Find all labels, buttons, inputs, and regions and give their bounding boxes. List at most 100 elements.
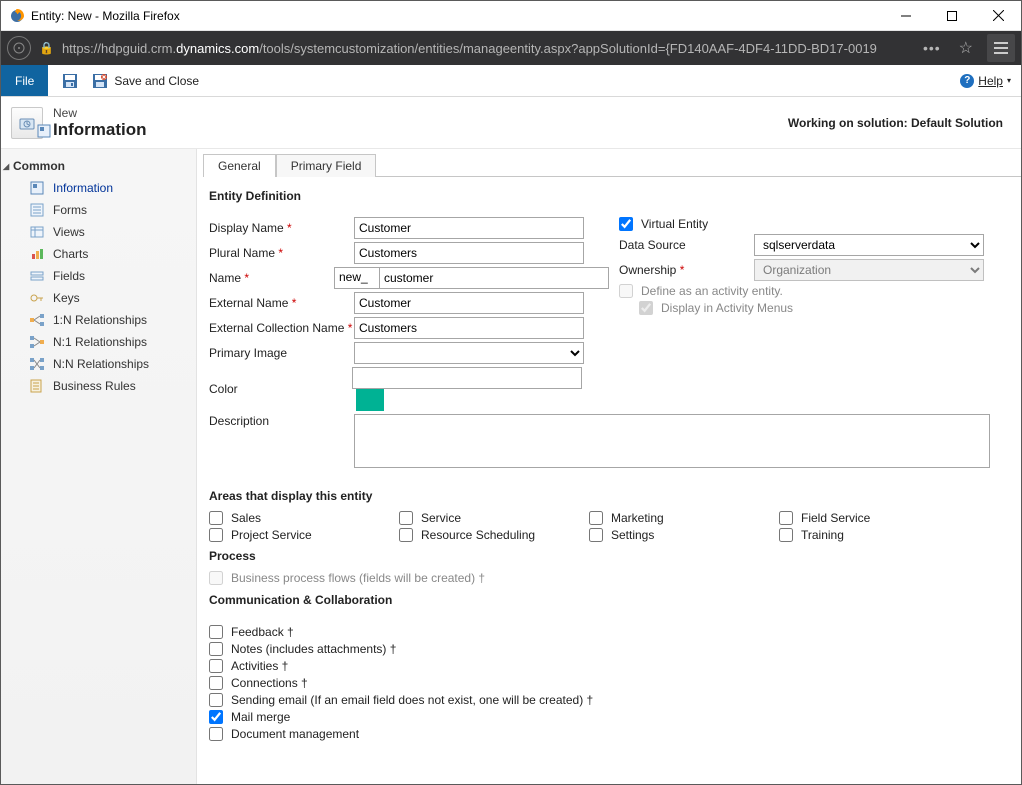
charts-icon xyxy=(29,246,45,262)
checkbox-comm-5[interactable] xyxy=(209,710,223,724)
sidebar-item-1n[interactable]: 1:N Relationships xyxy=(1,309,196,331)
checkbox-comm-2[interactable] xyxy=(209,659,223,673)
input-name[interactable] xyxy=(379,267,609,289)
sidebar-item-keys[interactable]: Keys xyxy=(1,287,196,309)
save-icon xyxy=(62,73,78,89)
checkbox-area-project-service[interactable] xyxy=(209,528,223,542)
section-process: Process xyxy=(209,549,1007,563)
label-display-activity-menus: Display in Activity Menus xyxy=(661,301,793,315)
help-icon: ? xyxy=(960,74,974,88)
checkbox-comm-3[interactable] xyxy=(209,676,223,690)
sidebar-item-nn[interactable]: N:N Relationships xyxy=(1,353,196,375)
label-virtual-entity: Virtual Entity xyxy=(641,217,708,231)
sidebar: Common Information Forms Views Charts Fi… xyxy=(1,149,197,784)
name-prefix: new_ xyxy=(334,267,379,289)
tab-primary-field[interactable]: Primary Field xyxy=(276,154,377,177)
rel-1n-icon xyxy=(29,312,45,328)
chevron-down-icon: ▾ xyxy=(1007,76,1011,85)
section-areas: Areas that display this entity xyxy=(209,489,1007,503)
fields-icon xyxy=(29,268,45,284)
tab-general[interactable]: General xyxy=(203,154,276,177)
info-mini-icon xyxy=(37,124,51,138)
sidebar-item-forms[interactable]: Forms xyxy=(1,199,196,221)
save-and-close-button[interactable]: Save and Close xyxy=(84,65,207,96)
input-display-name[interactable] xyxy=(354,217,584,239)
page-title: Information xyxy=(53,120,147,140)
sidebar-item-charts[interactable]: Charts xyxy=(1,243,196,265)
select-data-source[interactable]: sqlserverdata xyxy=(754,234,984,256)
checkbox-virtual-entity[interactable] xyxy=(619,217,633,231)
business-rules-icon xyxy=(29,378,45,394)
close-button[interactable] xyxy=(975,1,1021,30)
checkbox-area-settings[interactable] xyxy=(589,528,603,542)
checkbox-area-service[interactable] xyxy=(399,511,413,525)
label-color: Color xyxy=(209,382,352,396)
select-primary-image[interactable] xyxy=(354,342,584,364)
views-icon xyxy=(29,224,45,240)
checkbox-area-sales[interactable] xyxy=(209,511,223,525)
sidebar-item-n1[interactable]: N:1 Relationships xyxy=(1,331,196,353)
page-header: New Information Working on solution: Def… xyxy=(1,97,1021,149)
forms-icon xyxy=(29,202,45,218)
label-external-collection-name: External Collection Name xyxy=(209,321,344,335)
select-ownership: Organization xyxy=(754,259,984,281)
section-entity-definition: Entity Definition xyxy=(209,189,1007,203)
label-define-activity: Define as an activity entity. xyxy=(641,284,783,298)
window-titlebar: Entity: New - Mozilla Firefox xyxy=(1,1,1021,31)
menu-button[interactable] xyxy=(987,34,1015,62)
label-ownership: Ownership xyxy=(619,263,676,277)
page-subtitle: New xyxy=(53,106,147,120)
textarea-description[interactable] xyxy=(354,414,990,468)
url-text[interactable]: https://hdpguid.crm.dynamics.com/tools/s… xyxy=(62,41,911,56)
sidebar-item-views[interactable]: Views xyxy=(1,221,196,243)
color-swatch[interactable] xyxy=(356,389,384,411)
rel-nn-icon xyxy=(29,356,45,372)
rel-n1-icon xyxy=(29,334,45,350)
section-communication: Communication & Collaboration xyxy=(209,593,1007,607)
checkbox-comm-1[interactable] xyxy=(209,642,223,656)
checkbox-area-training[interactable] xyxy=(779,528,793,542)
identity-button[interactable] xyxy=(7,36,31,60)
lock-icon: 🔒 xyxy=(39,41,54,55)
save-close-icon xyxy=(92,73,108,89)
checkbox-area-field-service[interactable] xyxy=(779,511,793,525)
page-actions-icon[interactable]: ••• xyxy=(919,40,945,56)
maximize-button[interactable] xyxy=(929,1,975,30)
window-title: Entity: New - Mozilla Firefox xyxy=(31,9,180,23)
checkbox-comm-4[interactable] xyxy=(209,693,223,707)
input-external-collection-name[interactable] xyxy=(354,317,584,339)
help-button[interactable]: ? Help ▾ xyxy=(950,65,1021,96)
input-color[interactable] xyxy=(352,367,582,389)
checkbox-comm-6[interactable] xyxy=(209,727,223,741)
sidebar-item-fields[interactable]: Fields xyxy=(1,265,196,287)
input-plural-name[interactable] xyxy=(354,242,584,264)
help-label: Help xyxy=(978,74,1003,88)
checkbox-bpf xyxy=(209,571,223,585)
input-external-name[interactable] xyxy=(354,292,584,314)
label-data-source: Data Source xyxy=(619,238,754,252)
checkbox-area-marketing[interactable] xyxy=(589,511,603,525)
solution-label: Working on solution: Default Solution xyxy=(788,116,1011,130)
information-icon xyxy=(29,180,45,196)
tabstrip: General Primary Field xyxy=(203,153,1021,177)
checkbox-display-activity-menus xyxy=(639,301,653,315)
save-button[interactable] xyxy=(62,65,78,96)
checkbox-area-resource-scheduling[interactable] xyxy=(399,528,413,542)
label-display-name: Display Name xyxy=(209,221,284,235)
sidebar-item-business-rules[interactable]: Business Rules xyxy=(1,375,196,397)
checkbox-comm-0[interactable] xyxy=(209,625,223,639)
file-menu[interactable]: File xyxy=(1,65,48,96)
bookmark-icon[interactable]: ☆ xyxy=(953,38,979,58)
label-primary-image: Primary Image xyxy=(209,346,354,360)
checkbox-define-activity xyxy=(619,284,633,298)
minimize-button[interactable] xyxy=(883,1,929,30)
keys-icon xyxy=(29,290,45,306)
label-external-name: External Name xyxy=(209,296,288,310)
label-plural-name: Plural Name xyxy=(209,246,275,260)
sidebar-group-common[interactable]: Common xyxy=(1,157,196,177)
label-bpf: Business process flows (fields will be c… xyxy=(231,571,485,585)
firefox-icon xyxy=(9,8,25,24)
app-toolbar: File Save and Close ? Help ▾ xyxy=(1,65,1021,97)
save-and-close-label: Save and Close xyxy=(114,74,199,88)
label-description: Description xyxy=(209,414,354,428)
